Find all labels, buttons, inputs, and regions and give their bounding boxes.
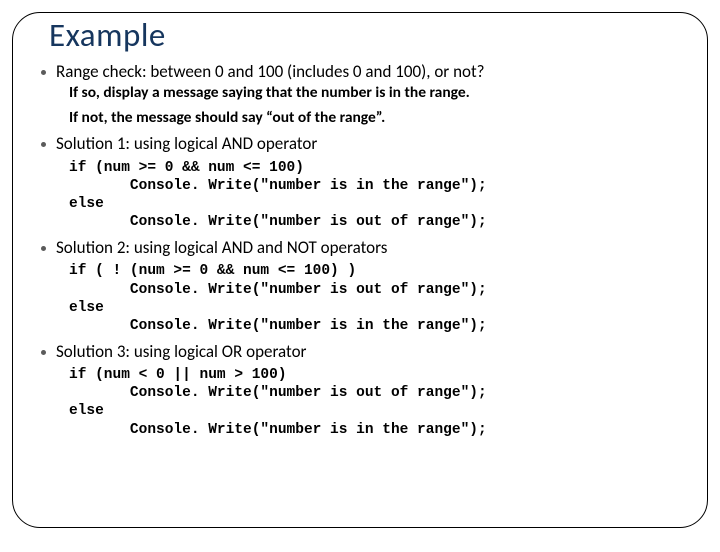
slide-title: Example bbox=[49, 15, 685, 55]
bullet-1-sub1: If so, display a message saying that the… bbox=[69, 84, 685, 103]
bullet-3: Solution 2: using logical AND and NOT op… bbox=[35, 237, 685, 335]
bullet-1-text: Range check: between 0 and 100 (includes… bbox=[56, 61, 485, 82]
bullet-dot-icon bbox=[41, 142, 46, 147]
code-block-1: if (num >= 0 && num <= 100) Console. Wri… bbox=[69, 159, 685, 232]
bullet-2-text: Solution 1: using logical AND operator bbox=[56, 133, 317, 154]
bullet-dot-icon bbox=[41, 246, 46, 251]
bullet-1-sub2: If not, the message should say “out of t… bbox=[69, 109, 685, 128]
bullet-dot-icon bbox=[41, 350, 46, 355]
bullet-2: Solution 1: using logical AND operator i… bbox=[35, 133, 685, 231]
bullet-list: Range check: between 0 and 100 (includes… bbox=[35, 61, 685, 439]
bullet-dot-icon bbox=[41, 70, 46, 75]
bullet-4-text: Solution 3: using logical OR operator bbox=[56, 341, 306, 362]
code-block-2: if ( ! (num >= 0 && num <= 100) ) Consol… bbox=[69, 262, 685, 335]
bullet-1: Range check: between 0 and 100 (includes… bbox=[35, 61, 685, 127]
slide-frame: Example Range check: between 0 and 100 (… bbox=[12, 12, 708, 528]
bullet-4: Solution 3: using logical OR operator if… bbox=[35, 341, 685, 439]
code-block-3: if (num < 0 || num > 100) Console. Write… bbox=[69, 366, 685, 439]
bullet-3-text: Solution 2: using logical AND and NOT op… bbox=[56, 237, 387, 258]
